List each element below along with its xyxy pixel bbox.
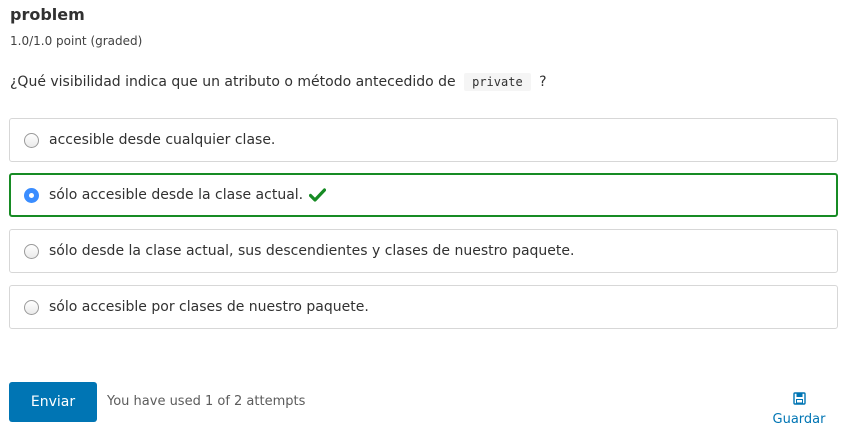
submit-button[interactable]: Enviar: [9, 382, 97, 422]
option-label: sólo accesible por clases de nuestro paq…: [49, 299, 369, 315]
option-2[interactable]: sólo accesible desde la clase actual.: [9, 173, 838, 217]
option-label: sólo desde la clase actual, sus descendi…: [49, 243, 575, 259]
save-label: Guardar: [772, 412, 826, 427]
option-label: sólo accesible desde la clase actual.: [49, 187, 304, 203]
question-text-start: ¿Qué visibilidad indica que un atributo …: [10, 74, 456, 90]
option-3[interactable]: sólo desde la clase actual, sus descendi…: [9, 229, 838, 273]
option-label: accesible desde cualquier clase.: [49, 132, 276, 148]
check-icon: [309, 188, 327, 202]
option-1[interactable]: accesible desde cualquier clase.: [9, 118, 838, 162]
question-text: ¿Qué visibilidad indica que un atributo …: [10, 73, 547, 91]
save-button[interactable]: Guardar: [766, 390, 832, 428]
points-label: 1.0/1.0 point (graded): [10, 34, 143, 48]
radio-button[interactable]: [24, 243, 39, 259]
question-text-end: ?: [539, 74, 547, 90]
option-4[interactable]: sólo accesible por clases de nuestro paq…: [9, 285, 838, 329]
radio-button[interactable]: [24, 132, 39, 148]
save-icon: [792, 390, 806, 409]
question-code: private: [464, 73, 531, 91]
radio-button-selected[interactable]: [24, 187, 39, 203]
attempts-text: You have used 1 of 2 attempts: [107, 394, 306, 409]
radio-button[interactable]: [24, 299, 39, 315]
problem-title: problem: [10, 5, 85, 24]
